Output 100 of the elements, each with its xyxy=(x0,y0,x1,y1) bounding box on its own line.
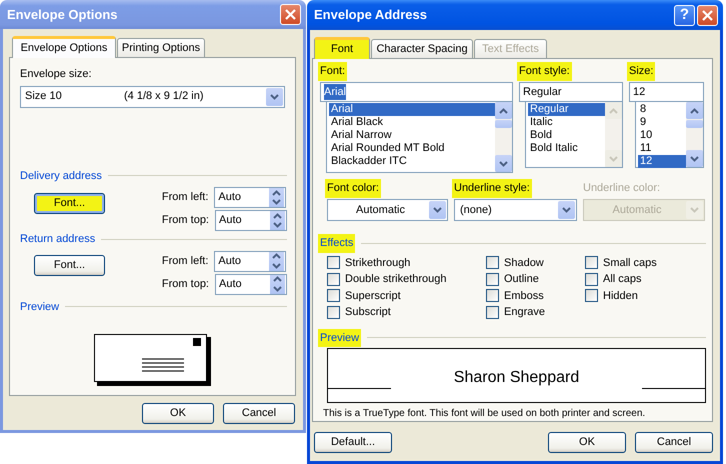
group-heading: Return address xyxy=(20,232,96,247)
list-item[interactable]: Arial Rounded MT Bold xyxy=(329,142,495,155)
list-box[interactable]: Arial Arial Black Arial Narrow Arial Rounded MT Bold Blackadder ITC xyxy=(326,102,513,173)
spin-button[interactable] xyxy=(268,252,284,270)
field-label: From left: xyxy=(162,190,208,206)
close-button[interactable] xyxy=(280,4,301,25)
checkbox-label: Subscript xyxy=(345,305,391,320)
dropdown-value: Size 10 xyxy=(24,89,63,104)
field-label: Font: xyxy=(318,62,348,81)
list-item[interactable]: Blackadder ITC xyxy=(329,155,495,168)
list-item[interactable]: Arial Black xyxy=(329,116,495,129)
checkbox[interactable] xyxy=(327,306,340,319)
checkbox-label: All caps xyxy=(603,272,642,287)
scrollbar[interactable] xyxy=(605,102,622,167)
checkbox[interactable] xyxy=(486,289,499,302)
scrollbar[interactable] xyxy=(495,102,512,172)
list-item[interactable]: Arial xyxy=(329,103,495,116)
close-icon xyxy=(702,10,713,20)
group-heading: Preview xyxy=(20,300,60,314)
spin-field[interactable]: Auto xyxy=(215,274,287,294)
checkbox[interactable] xyxy=(327,289,340,302)
dropdown[interactable]: Size 10 (4 1/8 x 9 1/2 in) xyxy=(20,86,285,108)
dropdown-button[interactable] xyxy=(266,88,283,106)
checkbox-label: Outline xyxy=(504,272,539,287)
group-heading: Effects xyxy=(318,234,356,252)
field-label: Font color: xyxy=(325,179,381,198)
list-item[interactable]: 10 xyxy=(638,129,686,142)
font-button[interactable]: Font... xyxy=(34,193,105,214)
field-value: Auto xyxy=(219,276,243,292)
chevron-down-icon xyxy=(273,222,282,228)
list-item[interactable]: 9 xyxy=(638,116,686,129)
checkbox[interactable] xyxy=(327,272,340,286)
spin-button[interactable] xyxy=(269,211,285,230)
spin-field[interactable]: Auto xyxy=(215,210,287,231)
dropdown[interactable]: (none) xyxy=(454,199,577,221)
list-item[interactable]: 8 xyxy=(638,103,686,116)
checkbox[interactable] xyxy=(585,272,598,286)
checkbox[interactable] xyxy=(585,256,598,270)
group-heading: Preview xyxy=(318,328,362,347)
list-item[interactable]: Italic xyxy=(528,116,605,129)
list-item[interactable]: Regular xyxy=(528,103,605,116)
tab[interactable]: Character Spacing xyxy=(371,39,473,58)
dropdown-button[interactable] xyxy=(558,201,575,219)
list-item[interactable]: Bold xyxy=(528,129,605,142)
list-box[interactable]: Regular Italic Bold Bold Italic xyxy=(525,102,623,168)
dialog-button[interactable]: Default... xyxy=(314,432,392,453)
checkbox[interactable] xyxy=(585,289,598,302)
dialog-button[interactable]: Cancel xyxy=(223,403,295,424)
chevron-up-icon xyxy=(609,108,618,114)
chevron-down-icon xyxy=(433,207,442,213)
dialog-button[interactable]: OK xyxy=(548,432,626,453)
chevron-down-icon xyxy=(272,199,282,206)
window-title: Envelope Options xyxy=(7,6,119,24)
dropdown[interactable]: Automatic xyxy=(327,199,448,221)
checkbox[interactable] xyxy=(486,256,499,270)
scrollbar[interactable] xyxy=(686,102,703,167)
tab[interactable]: Font xyxy=(314,37,370,59)
spin-button[interactable] xyxy=(269,274,285,294)
field-value: Auto xyxy=(218,254,242,269)
checkbox-label: Small caps xyxy=(603,256,657,270)
list-box[interactable]: 8 9 10 11 12 xyxy=(635,102,704,168)
chevron-down-icon xyxy=(690,207,699,213)
tab[interactable]: Envelope Options xyxy=(12,36,116,58)
preview-text: Sharon Sheppard xyxy=(452,368,580,388)
checkbox[interactable] xyxy=(486,272,499,286)
scrollbar-thumb[interactable] xyxy=(686,120,703,128)
list-item[interactable]: 11 xyxy=(638,142,686,155)
checkbox[interactable] xyxy=(327,256,340,270)
dialog-button[interactable]: OK xyxy=(142,403,214,424)
checkbox[interactable] xyxy=(486,306,499,319)
tab[interactable]: Printing Options xyxy=(117,38,205,57)
text-field[interactable]: 12 xyxy=(629,82,704,102)
close-button[interactable] xyxy=(697,4,718,26)
text-field[interactable]: Regular xyxy=(519,82,623,102)
list-item[interactable]: 12 xyxy=(638,155,686,168)
field-label: From top: xyxy=(162,276,209,292)
spin-field[interactable]: Auto xyxy=(214,250,286,272)
chevron-down-icon xyxy=(562,207,571,213)
dropdown-button[interactable] xyxy=(429,201,446,219)
font-button[interactable]: Font... xyxy=(34,254,105,276)
dialog-button[interactable]: Cancel xyxy=(635,432,713,453)
chevron-down-icon xyxy=(499,160,508,166)
dropdown-value: Automatic xyxy=(612,202,662,218)
dropdown-value: Automatic xyxy=(355,202,406,218)
field-label: From top: xyxy=(162,213,209,228)
field-value: Auto xyxy=(218,190,242,206)
field-label: Underline style: xyxy=(452,179,532,198)
list-item[interactable]: Bold Italic xyxy=(528,142,605,155)
close-icon xyxy=(285,9,296,20)
field-label: Size: xyxy=(627,62,656,81)
field-label: Envelope size: xyxy=(20,67,93,82)
scrollbar-thumb[interactable] xyxy=(495,120,512,128)
text-field[interactable]: Arial xyxy=(320,82,513,102)
spin-button[interactable] xyxy=(268,188,284,207)
field-value: 12 xyxy=(633,84,646,100)
chevron-down-icon xyxy=(270,94,279,100)
chevron-up-icon xyxy=(690,108,699,114)
list-item[interactable]: Arial Narrow xyxy=(329,129,495,142)
spin-field[interactable]: Auto xyxy=(214,187,286,208)
window-title: Envelope Address xyxy=(314,6,428,24)
